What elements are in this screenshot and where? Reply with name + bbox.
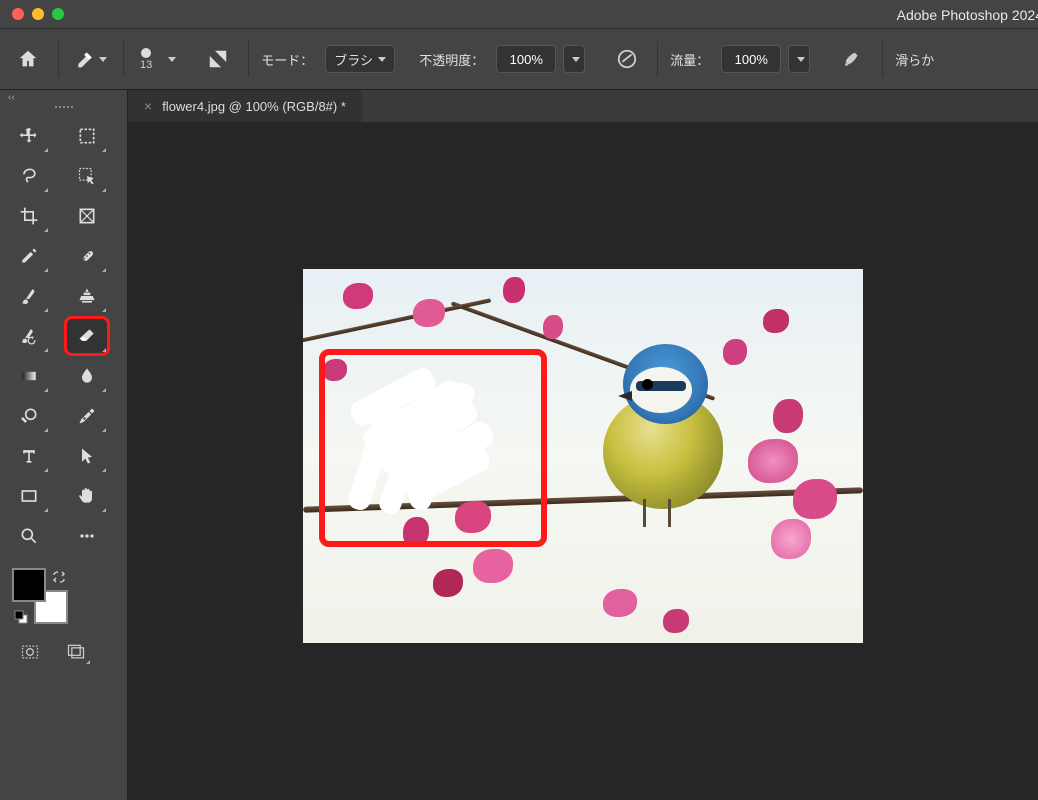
edit-toolbar[interactable]	[66, 518, 108, 554]
opacity-label: 不透明度：	[419, 50, 484, 69]
tools-panel: ‹‹	[0, 90, 128, 800]
pressure-opacity-button[interactable]	[609, 41, 645, 77]
gradient-tool[interactable]	[8, 358, 50, 394]
mode-label: モード：	[261, 50, 313, 69]
chevron-down-icon	[378, 57, 386, 62]
dodge-tool[interactable]	[8, 398, 50, 434]
divider	[58, 41, 59, 77]
image-content	[543, 315, 563, 339]
hand-tool[interactable]	[66, 478, 108, 514]
image-content	[771, 519, 811, 559]
options-bar: 13 モード： ブラシ 不透明度： 100% 流量： 100% 滑らか	[0, 28, 1038, 90]
marquee-tool[interactable]	[66, 118, 108, 154]
lasso-tool[interactable]	[8, 158, 50, 194]
crop-tool[interactable]	[8, 198, 50, 234]
home-button[interactable]	[10, 41, 46, 77]
swap-colors-button[interactable]	[52, 570, 66, 584]
brush-preset-picker[interactable]: 13	[136, 48, 156, 71]
object-selection-tool[interactable]	[66, 158, 108, 194]
brush-tool[interactable]	[8, 278, 50, 314]
document-tab-bar: × flower4.jpg @ 100% (RGB/8#) *	[128, 90, 1038, 122]
image-content	[343, 283, 373, 309]
opacity-dropdown[interactable]	[563, 45, 585, 73]
image-content	[473, 549, 513, 583]
document-tab-title: flower4.jpg @ 100% (RGB/8#) *	[162, 99, 346, 114]
canvas[interactable]	[303, 269, 863, 643]
workspace: ‹‹	[0, 90, 1038, 800]
window-controls	[12, 8, 64, 20]
chevron-down-icon	[99, 57, 107, 62]
color-swatches	[12, 568, 68, 624]
move-tool[interactable]	[8, 118, 50, 154]
image-content	[413, 299, 445, 327]
default-colors-button[interactable]	[14, 610, 28, 624]
image-content	[748, 439, 798, 483]
chevron-down-icon[interactable]	[168, 57, 176, 62]
image-content	[588, 339, 738, 509]
chevron-down-icon	[797, 57, 805, 62]
smoothing-label: 滑らか	[895, 50, 934, 69]
flow-input[interactable]: 100%	[721, 45, 781, 73]
divider	[248, 41, 249, 77]
image-content	[503, 277, 525, 303]
divider	[657, 41, 658, 77]
history-brush-tool[interactable]	[8, 318, 50, 354]
eraser-tool[interactable]	[66, 318, 108, 354]
collapse-panel-button[interactable]: ‹‹	[0, 90, 127, 104]
image-content	[773, 399, 803, 433]
close-tab-button[interactable]: ×	[144, 98, 152, 114]
image-content	[433, 569, 463, 597]
titlebar: Adobe Photoshop 2024	[0, 0, 1038, 28]
document-area: × flower4.jpg @ 100% (RGB/8#) *	[128, 90, 1038, 800]
airbrush-button[interactable]	[834, 41, 870, 77]
path-selection-tool[interactable]	[66, 438, 108, 474]
quick-mask-button[interactable]	[14, 638, 46, 666]
spot-heal-tool[interactable]	[66, 238, 108, 274]
clone-stamp-tool[interactable]	[66, 278, 108, 314]
opacity-input[interactable]: 100%	[496, 45, 556, 73]
tool-preset-picker[interactable]	[71, 41, 111, 77]
rectangle-tool[interactable]	[8, 478, 50, 514]
brush-settings-button[interactable]	[200, 41, 236, 77]
brush-size-value: 13	[140, 59, 152, 71]
image-content	[603, 589, 637, 617]
blur-tool[interactable]	[66, 358, 108, 394]
screen-mode-button[interactable]	[60, 638, 92, 666]
divider	[882, 41, 883, 77]
document-tab[interactable]: × flower4.jpg @ 100% (RGB/8#) *	[128, 90, 362, 122]
chevron-down-icon	[572, 57, 580, 62]
image-content	[663, 609, 689, 633]
image-content	[793, 479, 837, 519]
foreground-color-swatch[interactable]	[12, 568, 46, 602]
mode-value: ブラシ	[334, 50, 373, 69]
canvas-area[interactable]	[128, 122, 1038, 800]
maximize-window-button[interactable]	[52, 8, 64, 20]
type-tool[interactable]	[8, 438, 50, 474]
zoom-tool[interactable]	[8, 518, 50, 554]
divider	[123, 41, 124, 77]
eyedropper-tool[interactable]	[8, 238, 50, 274]
close-window-button[interactable]	[12, 8, 24, 20]
pen-tool[interactable]	[66, 398, 108, 434]
flow-label: 流量：	[670, 50, 709, 69]
image-content	[763, 309, 789, 333]
mode-select[interactable]: ブラシ	[325, 45, 395, 73]
frame-tool[interactable]	[66, 198, 108, 234]
brush-preview-icon	[141, 48, 151, 58]
minimize-window-button[interactable]	[32, 8, 44, 20]
panel-grip[interactable]	[49, 106, 79, 108]
flow-dropdown[interactable]	[788, 45, 810, 73]
annotation-box	[319, 349, 547, 547]
